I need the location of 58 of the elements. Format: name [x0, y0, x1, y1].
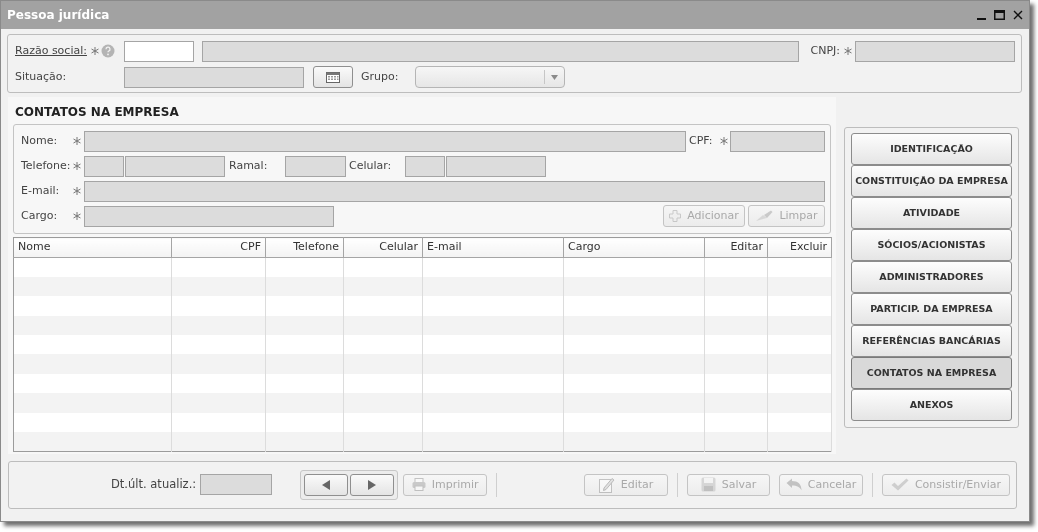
text-field[interactable] — [84, 205, 334, 227]
maximize-icon[interactable] — [994, 10, 1005, 20]
column-header[interactable]: E-mail — [422, 237, 564, 258]
plus-icon — [669, 210, 682, 222]
next-button[interactable] — [350, 473, 395, 496]
text-field[interactable] — [125, 155, 225, 177]
section-tab[interactable]: REFERÊNCIAS BANCÁRIAS — [851, 325, 1012, 357]
field-label: Telefone: — [21, 157, 71, 174]
text-field[interactable] — [285, 155, 346, 177]
field-label: CPF: — [689, 132, 713, 149]
section-tab[interactable]: IDENTIFICAÇÃO — [851, 133, 1012, 165]
section-tab[interactable]: CONTATOS NA EMPRESA — [851, 357, 1012, 389]
column-header[interactable]: CPF — [171, 237, 266, 258]
help-icon[interactable] — [101, 44, 115, 58]
last-update-label: Dt.últ. atualiz.: — [111, 476, 197, 494]
floppy-icon — [700, 477, 716, 493]
column-header[interactable]: Editar — [704, 237, 768, 258]
triangle-right-icon — [368, 479, 377, 490]
cnpj-label: CNPJ: — [810, 42, 840, 59]
undo-icon — [785, 478, 802, 492]
section-tab[interactable]: ADMINISTRADORES — [851, 261, 1012, 293]
caret-icon — [551, 74, 558, 80]
text-field[interactable] — [405, 155, 445, 177]
column-header[interactable]: Celular — [343, 237, 423, 258]
column-header[interactable]: Cargo — [563, 237, 705, 258]
section-tab[interactable]: SÓCIOS/ACIONISTAS — [851, 229, 1012, 261]
column-header[interactable]: Nome — [13, 237, 172, 258]
grupo-label: Grupo: — [361, 68, 400, 85]
section-tab[interactable]: ANEXOS — [851, 389, 1012, 421]
window-title: Pessoa jurídica — [7, 7, 110, 24]
section-tab[interactable]: ATIVIDADE — [851, 197, 1012, 229]
close-icon[interactable] — [1013, 10, 1023, 20]
printer-icon — [411, 478, 426, 492]
text-field[interactable] — [84, 180, 825, 202]
text-field[interactable] — [124, 40, 194, 62]
checkmark-icon — [890, 478, 909, 492]
section-title: CONTATOS NA EMPRESA — [14, 104, 180, 121]
field-label: Nome: — [21, 132, 58, 149]
text-field[interactable] — [730, 130, 825, 152]
column-header[interactable]: Telefone — [265, 237, 344, 258]
pencil-icon — [598, 476, 615, 493]
field-label: Cargo: — [21, 207, 58, 224]
column-header[interactable]: Excluir — [767, 237, 832, 258]
field-label: Celular: — [349, 157, 392, 174]
previous-button[interactable] — [304, 473, 349, 496]
brush-icon — [755, 210, 774, 222]
text-field[interactable] — [84, 130, 686, 152]
section-tab[interactable]: CONSTITUIÇÃO DA EMPRESA — [851, 165, 1012, 197]
field-label: Ramal: — [229, 157, 268, 174]
triangle-left-icon — [322, 479, 331, 490]
field-label: E-mail: — [21, 182, 60, 199]
text-field[interactable] — [84, 155, 124, 177]
razao-social-link[interactable]: Razão social: — [15, 42, 91, 60]
calendar-icon — [326, 71, 340, 83]
situacao-label: Situação: — [15, 68, 68, 85]
text-field[interactable] — [446, 155, 546, 177]
section-tab[interactable]: PARTICIP. DA EMPRESA — [851, 293, 1012, 325]
calendar-button[interactable] — [313, 66, 353, 88]
